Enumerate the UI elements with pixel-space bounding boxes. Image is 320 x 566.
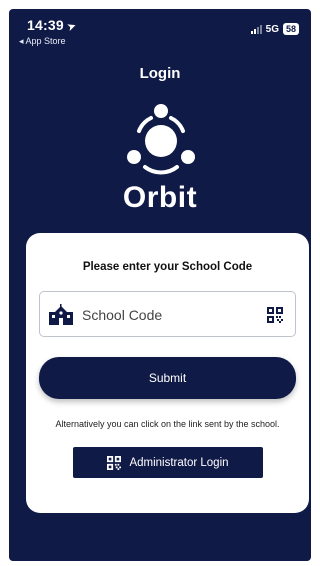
page-title: Login — [139, 65, 181, 82]
submit-button[interactable]: Submit — [39, 357, 296, 399]
app-screen: 14:39➤ ◂ App Store 5G 58 Login Orbit Ple… — [9, 9, 311, 561]
status-bar: 14:39➤ ◂ App Store 5G 58 — [9, 9, 311, 51]
status-time-wrap: 14:39➤ — [27, 17, 79, 35]
login-card: Please enter your School Code School Cod… — [26, 233, 309, 513]
school-code-field[interactable] — [39, 291, 296, 337]
qr-code-icon — [107, 455, 122, 470]
administrator-login-label: Administrator Login — [129, 456, 229, 469]
orbit-logo-icon — [127, 104, 195, 175]
qr-code-icon[interactable] — [267, 307, 283, 323]
alternative-login-text: Alternatively you can click on the link … — [55, 419, 280, 429]
brand-name: Orbit — [122, 181, 198, 214]
battery-indicator: 58 — [282, 23, 299, 35]
school-code-input[interactable] — [80, 302, 264, 328]
signal-icon — [250, 24, 262, 34]
back-to-app-store-link[interactable]: ◂ App Store — [19, 36, 66, 47]
status-time: 14:39 — [27, 17, 64, 33]
administrator-login-button[interactable]: Administrator Login — [73, 447, 263, 478]
card-heading: Please enter your School Code — [82, 261, 253, 273]
location-arrow-icon: ➤ — [65, 19, 79, 35]
school-icon — [49, 304, 73, 325]
network-type: 5G — [265, 23, 279, 35]
status-indicators: 5G 58 — [250, 23, 299, 35]
